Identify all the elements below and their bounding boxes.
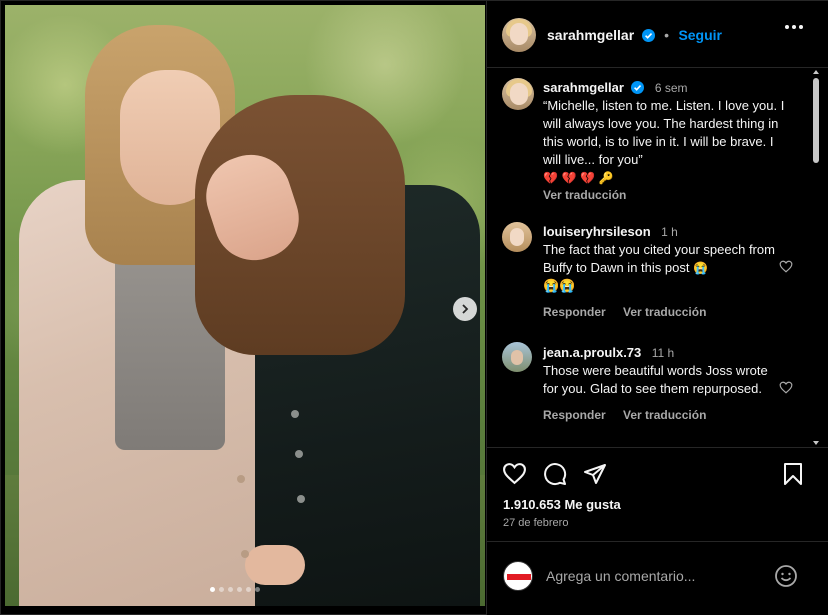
heart-icon[interactable] [502,462,527,485]
avatar[interactable] [502,342,532,372]
verified-badge-icon [641,29,655,42]
emoji-smile-icon[interactable] [774,564,798,588]
caption-username[interactable]: sarahmgellar [543,80,624,95]
comment-time: 1 h [661,225,678,239]
reply-button[interactable]: Responder [543,305,606,319]
key-emoji: 🔑 [598,171,614,185]
comment-input[interactable] [546,566,766,586]
caption-translate-link[interactable]: Ver traducción [543,188,626,202]
reply-button[interactable]: Responder [543,408,606,422]
chevron-right-icon [462,304,469,314]
comment-composer [487,541,828,615]
comment-emojis: 😭😭 [543,278,576,293]
caption-emojis: 💔 💔 💔 🔑 [543,169,793,187]
avatar[interactable] [502,222,532,252]
carousel-next-button[interactable] [453,297,477,321]
bookmark-icon[interactable] [782,462,804,486]
crying-emoji: 😭 [693,261,709,275]
broken-heart-emoji: 💔 [580,171,596,185]
carousel-dot [246,587,251,592]
comment-time: 11 h [651,346,675,360]
action-bar [487,456,828,496]
comment-username[interactable]: jean.a.proulx.73 [543,345,641,360]
scroll-down-arrow-icon[interactable] [813,441,819,445]
avatar [503,561,533,591]
carousel-dot [228,587,233,592]
carousel-dot [237,587,242,592]
scrollbar-thumb[interactable] [813,78,819,163]
comment-like-heart-icon[interactable] [779,381,793,394]
caption-text: “Michelle, listen to me. Listen. I love … [543,98,785,167]
comment-text: Those were beautiful words Joss wrote fo… [543,363,768,396]
post-photo [5,5,485,606]
comments-list[interactable]: sarahmgellar 6 sem “Michelle, listen to … [487,68,828,448]
post-header: sarahmgellar • Seguir [487,1,828,68]
comment-username[interactable]: louiseryhrsileson [543,224,651,239]
header-username[interactable]: sarahmgellar [547,27,634,43]
post-side-panel: sarahmgellar • Seguir sarahmgellar 6 sem… [486,1,828,615]
share-icon[interactable] [583,462,607,486]
separator-dot: • [664,27,669,43]
comment: louiseryhrsileson 1 h The fact that you … [543,223,778,319]
translate-link[interactable]: Ver traducción [623,408,706,422]
comment: jean.a.proulx.73 11 h Those were beautif… [543,344,778,422]
carousel-dot [219,587,224,592]
avatar[interactable] [502,18,536,52]
likes-count[interactable]: 1.910.653 Me gusta [503,497,621,512]
post-modal: sarahmgellar • Seguir sarahmgellar 6 sem… [0,0,828,615]
avatar[interactable] [502,78,534,110]
more-options-icon[interactable] [785,25,803,29]
follow-button[interactable]: Seguir [678,27,722,43]
carousel-dot [255,587,260,592]
broken-heart-emoji: 💔 [543,171,558,185]
verified-badge-icon [631,81,645,94]
comments-scrollbar[interactable] [813,68,819,447]
comment-text: The fact that you cited your speech from… [543,242,775,275]
carousel-dot [210,587,215,592]
broken-heart-emoji: 💔 [561,171,577,185]
comment-like-heart-icon[interactable] [779,260,793,273]
post-date[interactable]: 27 de febrero [503,517,568,529]
comment-icon[interactable] [543,462,567,486]
caption-time: 6 sem [654,81,688,95]
caption: sarahmgellar 6 sem “Michelle, listen to … [543,79,793,202]
translate-link[interactable]: Ver traducción [623,305,706,319]
carousel-dots [210,587,260,592]
